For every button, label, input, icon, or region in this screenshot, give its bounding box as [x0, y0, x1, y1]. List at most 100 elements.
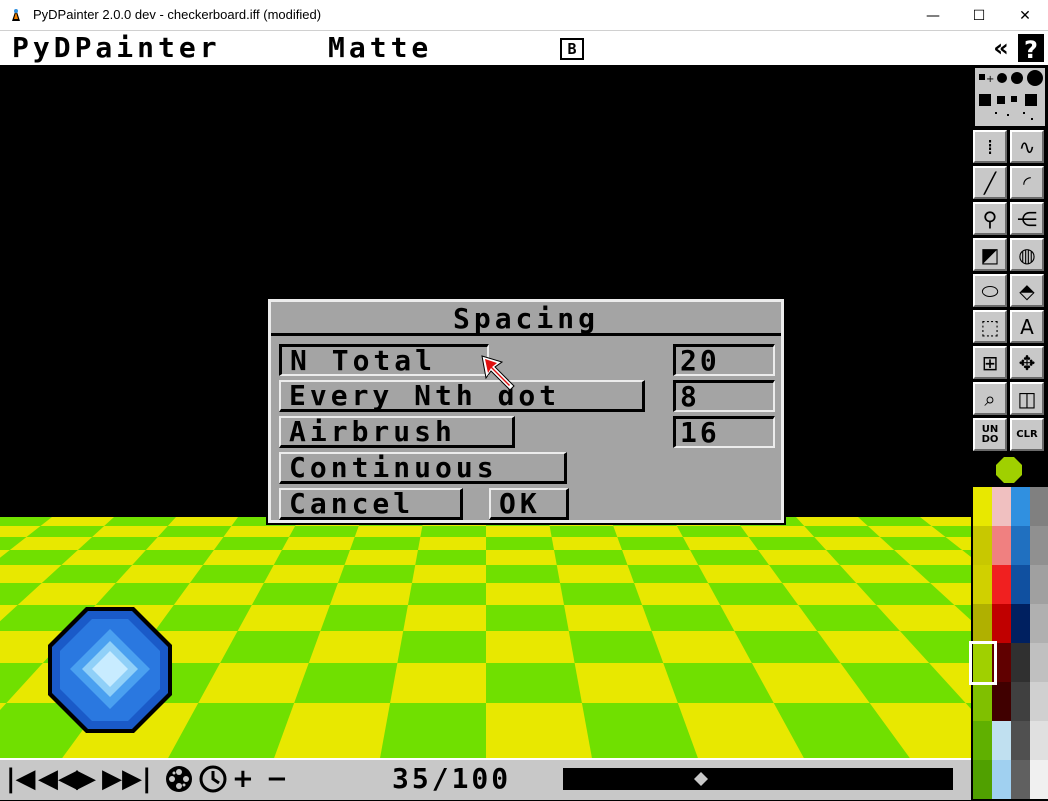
symmetry-tool-icon: ✥	[1018, 350, 1036, 375]
floor-tile	[273, 550, 350, 565]
airbrush-field[interactable]: 16	[673, 416, 775, 448]
grid-tool[interactable]: ⊞	[973, 346, 1007, 379]
dialog-title: Spacing	[271, 302, 781, 336]
floor-tile	[415, 550, 486, 565]
palette-swatch[interactable]	[992, 682, 1012, 721]
polygon-tool[interactable]: ⬘	[1010, 274, 1044, 307]
cancel-button[interactable]: Cancel	[279, 488, 463, 520]
palette-swatch[interactable]	[992, 721, 1012, 760]
floor-tile	[189, 565, 274, 583]
text-tool[interactable]: A	[1010, 310, 1044, 343]
zoom-tool[interactable]: ◫	[1010, 382, 1044, 415]
palette-swatch[interactable]	[1030, 721, 1048, 760]
palette-swatch[interactable]	[992, 565, 1012, 604]
collapse-menu-button[interactable]: «	[988, 34, 1014, 62]
palette-swatch[interactable]	[1011, 721, 1031, 760]
palette-swatch[interactable]	[1030, 526, 1048, 565]
undo-tool[interactable]: UN DO	[973, 418, 1007, 451]
every-nth-field[interactable]: 8	[673, 380, 775, 412]
play-button[interactable]: ▶	[76, 764, 96, 794]
palette-swatch[interactable]	[992, 604, 1012, 643]
window-titlebar: PyDPainter 2.0.0 dev - checkerboard.iff …	[0, 0, 1048, 31]
continuous-option[interactable]: Continuous	[279, 452, 567, 484]
remove-frame-button[interactable]: −	[266, 764, 288, 794]
palette-swatch[interactable]	[1011, 643, 1031, 682]
text-tool-icon: A	[1020, 314, 1034, 339]
clock-icon[interactable]	[198, 764, 228, 794]
palette-swatch[interactable]	[973, 565, 993, 604]
ok-button[interactable]: OK	[489, 488, 569, 520]
frame-slider[interactable]	[563, 768, 953, 790]
minimize-button[interactable]: —	[910, 0, 956, 31]
floor-tile	[568, 631, 664, 663]
minimize-icon: —	[926, 7, 940, 24]
current-color-indicator	[996, 457, 1022, 483]
palette-swatch[interactable]	[1030, 565, 1048, 604]
n-total-field[interactable]: 20	[673, 344, 775, 376]
palette-swatch[interactable]	[1011, 760, 1031, 799]
fill-tool[interactable]: ⚲	[973, 202, 1007, 235]
n-total-option[interactable]: N Total	[279, 344, 489, 376]
palette-swatch[interactable]	[973, 682, 993, 721]
airbrush-tool[interactable]: ⋲	[1010, 202, 1044, 235]
mode-indicator-icon[interactable]: B	[560, 38, 584, 60]
palette-swatch[interactable]	[1030, 682, 1048, 721]
brush-select-tool[interactable]: ⬚	[973, 310, 1007, 343]
floor-tile	[690, 550, 770, 565]
floor-tile	[213, 537, 290, 550]
brush-select-tool-icon: ⬚	[980, 314, 1000, 339]
palette-swatch[interactable]	[1030, 487, 1048, 526]
maximize-button[interactable]: ☐	[956, 0, 1002, 31]
close-button[interactable]: ✕	[1002, 0, 1048, 31]
add-frame-button[interactable]: +	[232, 764, 254, 794]
menu-mode-label[interactable]: Matte	[328, 31, 432, 65]
film-reel-icon[interactable]	[164, 764, 194, 794]
palette-swatch[interactable]	[1030, 643, 1048, 682]
floor-tile	[104, 517, 176, 526]
palette-swatch[interactable]	[1011, 565, 1031, 604]
palette-swatch[interactable]	[973, 487, 993, 526]
magnify-tool[interactable]: ⌕	[973, 382, 1007, 415]
circle-tool[interactable]: ◍	[1010, 238, 1044, 271]
airbrush-option[interactable]: Airbrush	[279, 416, 515, 448]
palette-swatch[interactable]	[973, 721, 993, 760]
curve-tool[interactable]: ◜	[1010, 166, 1044, 199]
dotted-freehand-tool[interactable]: ⁞	[973, 130, 1007, 163]
fast-forward-button[interactable]: ▶▶|	[102, 764, 152, 794]
palette-swatch[interactable]	[1011, 604, 1031, 643]
symmetry-tool[interactable]: ✥	[1010, 346, 1044, 379]
palette-swatch[interactable]	[973, 604, 993, 643]
palette-swatch[interactable]	[973, 526, 993, 565]
palette-swatch[interactable]	[1030, 604, 1048, 643]
floor-tile	[320, 605, 408, 631]
line-tool[interactable]: ╱	[973, 166, 1007, 199]
continuous-freehand-tool[interactable]: ∿	[1010, 130, 1044, 163]
palette-swatch[interactable]	[992, 760, 1012, 799]
palette-swatch[interactable]	[1011, 682, 1031, 721]
rectangle-tool[interactable]: ◩	[973, 238, 1007, 271]
clear-tool[interactable]: CLR	[1010, 418, 1044, 451]
slider-thumb[interactable]	[692, 770, 710, 788]
frame-counter: 35/100	[392, 762, 512, 795]
floor-tile	[420, 526, 486, 537]
palette-swatch[interactable]	[992, 526, 1012, 565]
clear-tool-icon: CLR	[1016, 428, 1038, 440]
floor-tile	[289, 526, 359, 537]
first-frame-button[interactable]: |◀	[6, 764, 36, 794]
ellipse-tool[interactable]: ⬭	[973, 274, 1007, 307]
palette-swatch[interactable]	[1030, 760, 1048, 799]
floor-tile	[486, 605, 569, 631]
floor-tile	[486, 663, 582, 703]
floor-tile	[337, 565, 416, 583]
help-button[interactable]: ?	[1018, 34, 1044, 64]
palette-swatch[interactable]	[1011, 487, 1031, 526]
every-nth-dot-option[interactable]: Every Nth dot	[279, 380, 645, 412]
palette-swatch[interactable]	[992, 487, 1012, 526]
brush-selector[interactable]: +	[975, 68, 1045, 126]
rewind-button[interactable]: ◀◀	[38, 764, 78, 794]
menu-app-name[interactable]: PyDPainter	[12, 31, 221, 65]
floor-tile	[486, 565, 561, 583]
palette-swatch[interactable]	[973, 760, 993, 799]
palette-swatch[interactable]	[1011, 526, 1031, 565]
menubar: PyDPainter Matte	[0, 31, 1048, 65]
